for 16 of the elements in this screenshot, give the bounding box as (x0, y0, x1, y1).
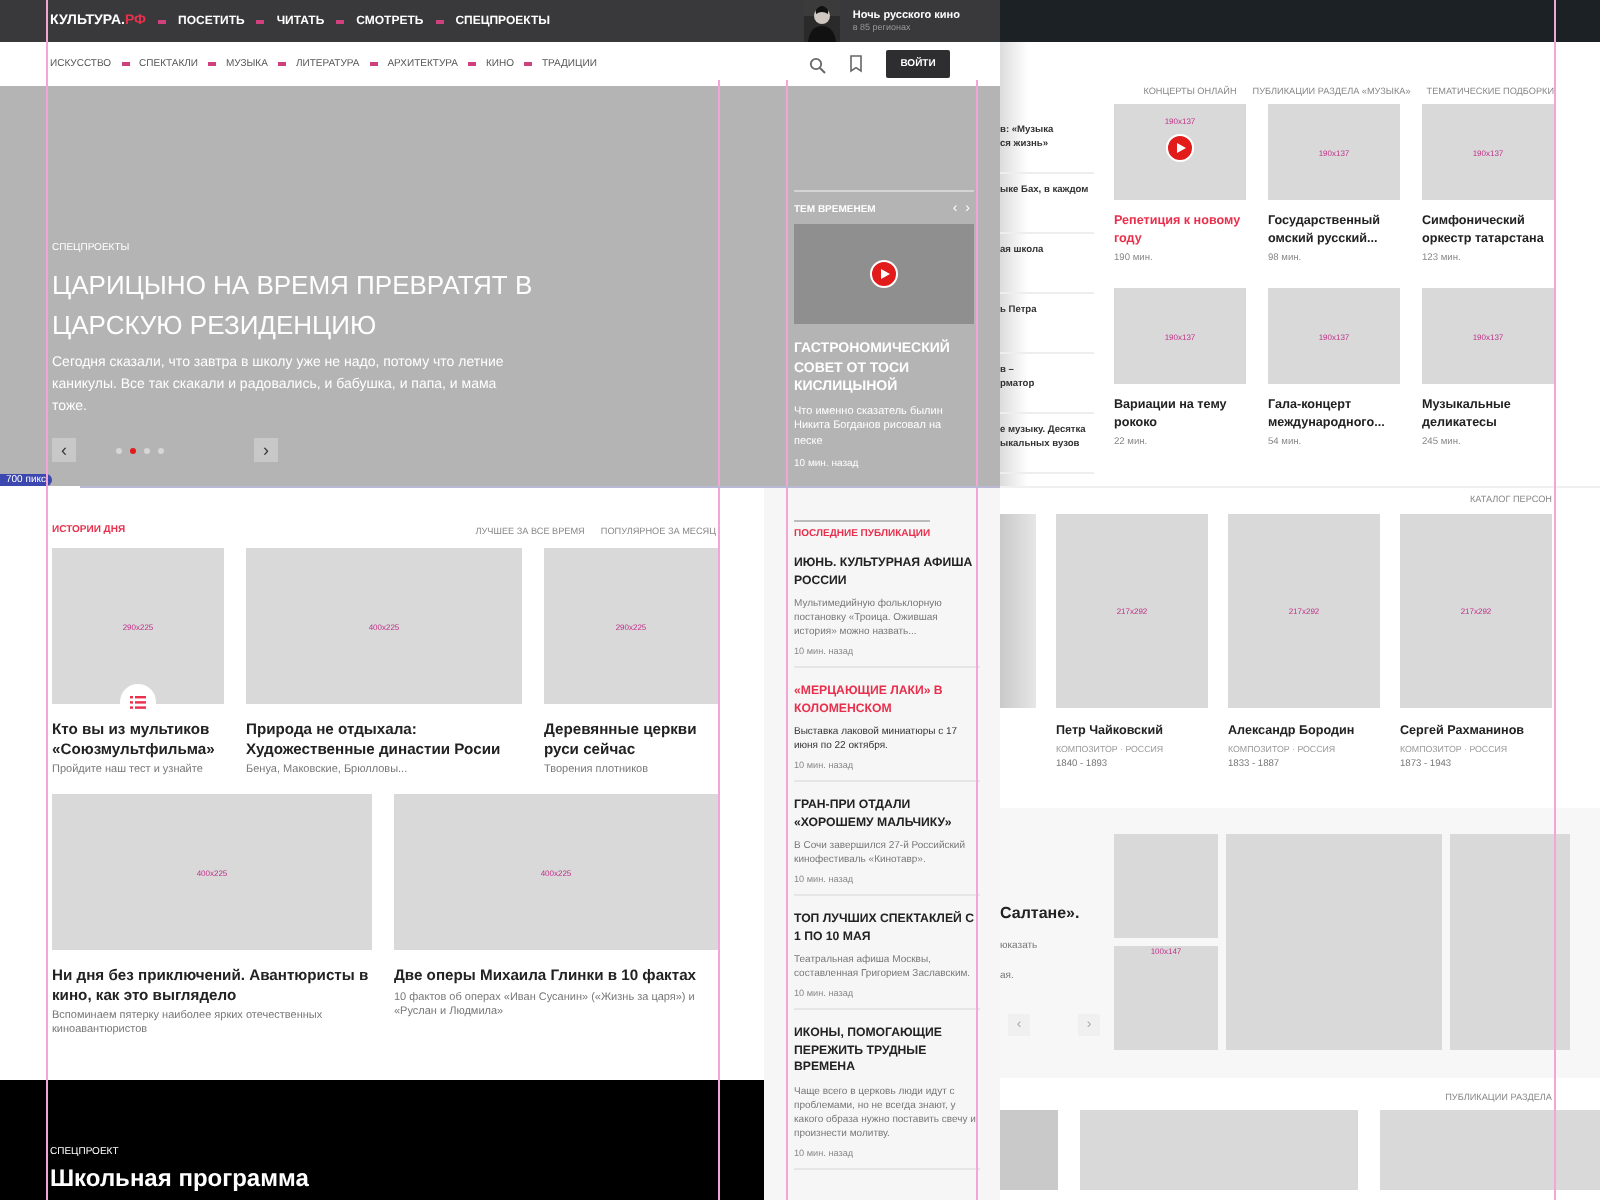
gallery-title[interactable]: Салтане». (1000, 904, 1114, 922)
image-placeholder (1114, 834, 1218, 938)
slider-dot[interactable] (130, 447, 136, 453)
slider-dot[interactable] (158, 447, 164, 453)
bookmark-icon[interactable] (848, 54, 864, 74)
project-title[interactable]: Школьная программа (50, 1164, 714, 1192)
slider-dot[interactable] (144, 447, 150, 453)
slider-dot[interactable] (116, 447, 122, 453)
search-icon[interactable] (808, 55, 826, 73)
play-icon[interactable] (1166, 134, 1194, 162)
list-icon (130, 695, 146, 709)
previous-button[interactable]: ‹ (52, 438, 76, 462)
video-thumbnail[interactable] (794, 224, 974, 324)
play-icon[interactable] (870, 260, 898, 288)
next-button[interactable]: › (254, 438, 278, 462)
image-placeholder (1000, 1110, 1058, 1190)
